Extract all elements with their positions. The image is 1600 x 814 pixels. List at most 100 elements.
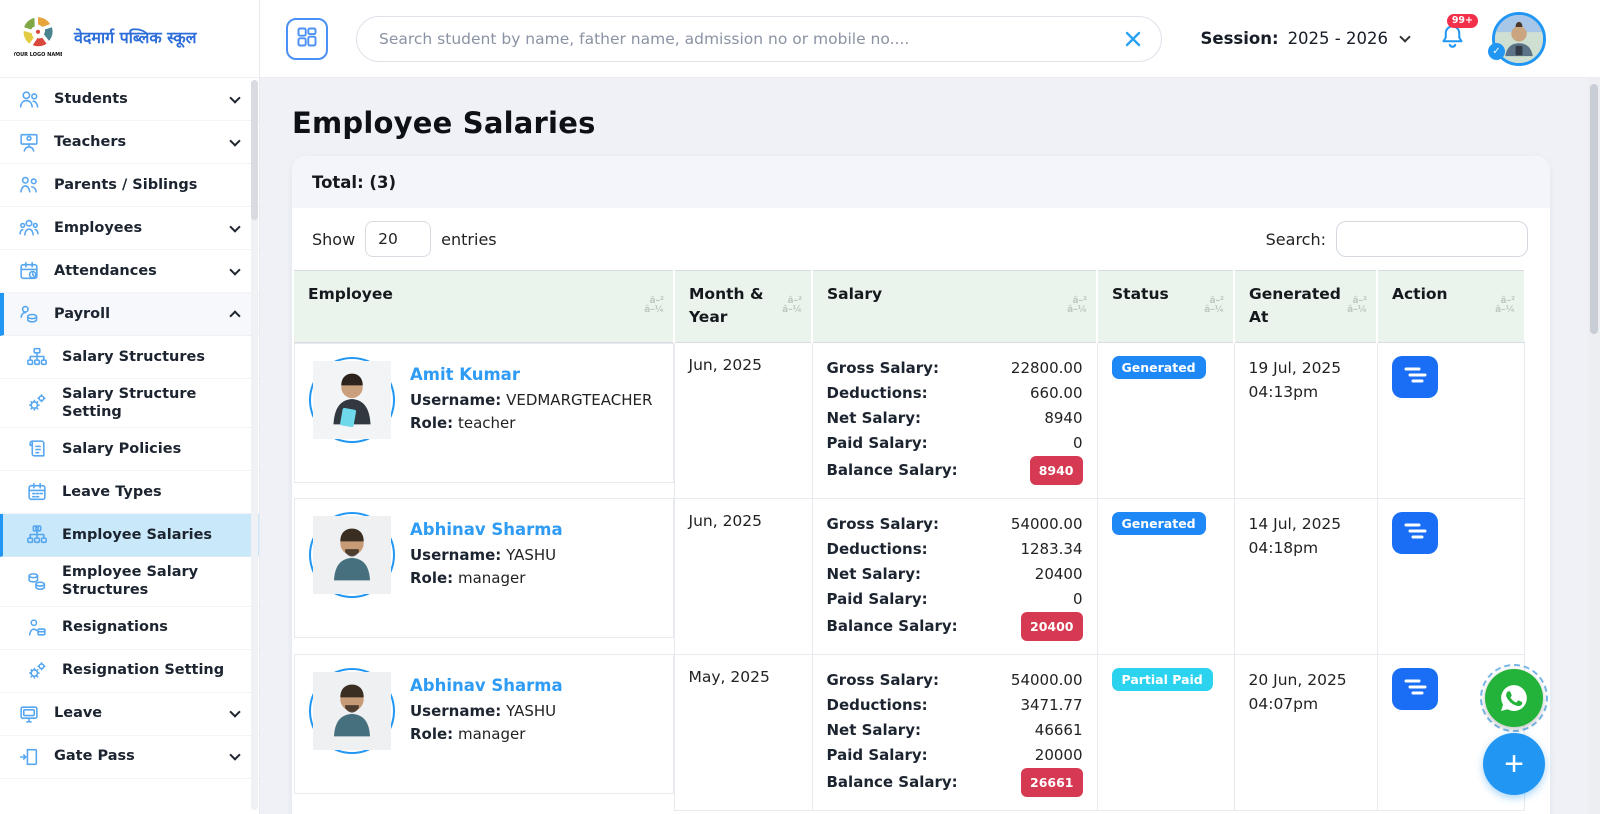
sidebar-item-salary-structures[interactable]: Salary Structures: [0, 336, 259, 379]
role-value: manager: [457, 725, 526, 743]
notifications-button[interactable]: 99+: [1439, 14, 1478, 54]
employee-avatar[interactable]: [309, 668, 395, 754]
paid-value: 20000: [1034, 745, 1083, 764]
sidebar-item-leave-types[interactable]: Leave Types: [0, 471, 259, 515]
table-row: Amit Kumar Username: VEDMARGTEACHER Role…: [294, 341, 1525, 499]
balance-badge: 20400: [1021, 611, 1083, 641]
parents-icon: [18, 174, 40, 196]
attendances-icon: [18, 260, 40, 282]
teachers-icon: [18, 131, 40, 153]
salary-cell: Gross Salary: 54000.00 Deductions: 1283.34…: [811, 497, 1098, 655]
generated-at-cell: 19 Jul, 2025 04:13pm: [1233, 341, 1378, 499]
sidebar-item-attendances[interactable]: Attendances: [0, 250, 259, 293]
role-label: Role:: [410, 413, 454, 432]
page-scrollbar[interactable]: [1588, 78, 1600, 814]
notification-count-badge: 99+: [1446, 14, 1478, 28]
username-value: YASHU: [506, 546, 557, 564]
username-value: YASHU: [506, 702, 557, 720]
salaries-table: Employee â–² â–¼ Month & Year â–² â–¼ Salary…: [294, 270, 1525, 811]
salary-actions-button[interactable]: [1391, 667, 1438, 710]
column-header-generated-at[interactable]: Generated At â–² â–¼: [1234, 270, 1378, 343]
user-avatar[interactable]: ✓: [1488, 11, 1546, 66]
deductions-value: 660.00: [1030, 383, 1083, 402]
column-header-salary[interactable]: Salary â–² â–¼: [812, 270, 1098, 343]
list-lines-icon: [1402, 676, 1428, 701]
gross-value: 54000.00: [1010, 514, 1083, 533]
whatsapp-button[interactable]: [1480, 664, 1548, 732]
sidebar-item-students[interactable]: Students: [0, 78, 259, 121]
gross-value: 22800.00: [1010, 358, 1083, 377]
employee-name-link[interactable]: Abhinav Sharma: [410, 676, 563, 695]
status-cell: Generated: [1096, 341, 1235, 499]
global-search-input[interactable]: [356, 15, 1162, 62]
table-search-input[interactable]: [1336, 221, 1528, 257]
column-label: Employee: [308, 285, 393, 303]
salary-actions-button[interactable]: [1391, 355, 1438, 398]
sidebar-scrollbar[interactable]: [251, 80, 258, 810]
employee-avatar[interactable]: [309, 356, 395, 443]
status-cell: Partial Paid: [1096, 653, 1235, 811]
sidebar-item-salary-policies[interactable]: Salary Policies: [0, 428, 259, 472]
column-header-action[interactable]: Action â–² â–¼: [1377, 270, 1524, 343]
net-value: 46661: [1034, 720, 1083, 739]
salary-structure-setting-icon: [26, 392, 48, 414]
sidebar-item-employee-salaries[interactable]: Employee Salaries: [0, 514, 259, 558]
sidebar-item-employees[interactable]: Employees: [0, 207, 259, 250]
chevron-down-icon: [1399, 31, 1411, 43]
column-label: Action: [1392, 285, 1448, 303]
balance-badge: 8940: [1029, 455, 1083, 485]
global-search: [356, 15, 1162, 62]
sort-icon: â–² â–¼: [782, 296, 802, 316]
page-title: Employee Salaries: [292, 106, 596, 140]
employee-avatar[interactable]: [309, 512, 395, 598]
status-badge: Generated: [1111, 355, 1206, 379]
apps-grid-icon: [296, 26, 318, 51]
apps-grid-button[interactable]: [286, 17, 328, 60]
sidebar-item-label: Parents / Siblings: [54, 176, 198, 193]
sidebar-item-label: Employee Salaries: [62, 527, 213, 544]
sidebar-item-label: Resignation Setting: [62, 662, 225, 679]
deductions-value: 1283.34: [1020, 539, 1083, 558]
column-header-status[interactable]: Status â–² â–¼: [1097, 270, 1235, 343]
status-cell: Generated: [1096, 497, 1235, 655]
sidebar-item-label: Payroll: [54, 305, 111, 322]
salary-actions-button[interactable]: [1391, 511, 1438, 554]
sort-icon: â–² â–¼: [1204, 296, 1224, 316]
sidebar-item-label: Gate Pass: [54, 748, 135, 765]
add-button[interactable]: +: [1483, 733, 1545, 795]
salary-policies-icon: [26, 438, 48, 460]
sidebar-item-leave[interactable]: Leave: [0, 693, 259, 736]
sidebar-item-label: Leave: [54, 705, 103, 722]
sidebar-item-employee-salary-structures[interactable]: Employee Salary Structures: [0, 557, 259, 607]
session-selector[interactable]: Session: 2025 - 2026: [1200, 29, 1411, 48]
salary-structures-icon: [26, 346, 48, 368]
sidebar-item-label: Students: [54, 90, 128, 107]
deductions-value: 3471.77: [1020, 695, 1083, 714]
month-year-cell: Jun, 2025: [673, 341, 813, 499]
entries-input[interactable]: [365, 221, 432, 257]
column-header-month-year[interactable]: Month & Year â–² â–¼: [674, 270, 813, 343]
top-header: Session: 2025 - 2026 99+ ✓: [260, 0, 1600, 78]
clear-search-icon[interactable]: [1122, 28, 1144, 50]
table-row: Abhinav Sharma Username: YASHU Role: man…: [294, 653, 1525, 811]
sidebar-item-gate-pass[interactable]: Gate Pass: [0, 736, 259, 779]
sidebar-item-salary-structure-setting[interactable]: Salary Structure Setting: [0, 379, 259, 429]
employee-name-link[interactable]: Abhinav Sharma: [410, 520, 563, 539]
resignation-setting-icon: [26, 660, 48, 682]
username-value: VEDMARGTEACHER: [506, 390, 653, 409]
bell-icon: [1439, 25, 1466, 54]
sidebar-item-payroll[interactable]: Payroll: [0, 293, 259, 336]
sidebar-item-resignations[interactable]: Resignations: [0, 607, 259, 650]
session-label: Session:: [1200, 29, 1279, 48]
sidebar-item-resignation-setting[interactable]: Resignation Setting: [0, 650, 259, 693]
total-count-bar: Total: (3): [292, 156, 1550, 208]
entries-label: entries: [441, 229, 497, 249]
sidebar-item-label: Employee Salary Structures: [62, 564, 199, 599]
employee-name-link[interactable]: Amit Kumar: [410, 365, 520, 384]
sidebar-item-parents-siblings[interactable]: Parents / Siblings: [0, 164, 259, 207]
sidebar-item-teachers[interactable]: Teachers: [0, 121, 259, 164]
role-value: teacher: [457, 413, 516, 432]
show-label: Show: [312, 229, 356, 249]
logo-caption: YOUR LOGO NAME: [14, 51, 62, 57]
column-header-employee[interactable]: Employee â–² â–¼: [294, 270, 675, 343]
